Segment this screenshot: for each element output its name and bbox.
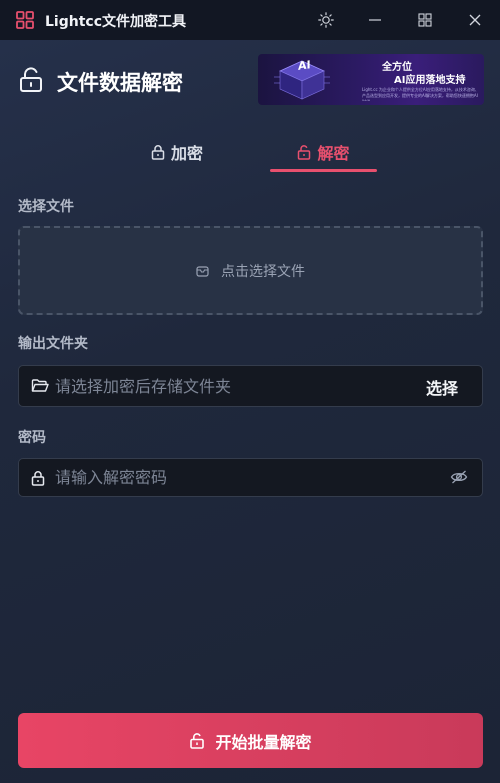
theme-toggle-button[interactable] (302, 0, 350, 40)
lock-icon (151, 145, 165, 160)
window-title: Lightcc文件加密工具 (45, 14, 186, 30)
maximize-button[interactable] (401, 0, 449, 40)
minimize-icon (369, 19, 381, 21)
banner-subheadline: AI应用落地支持 (394, 75, 466, 86)
banner-badge: AI (298, 58, 311, 73)
lock-icon (31, 471, 45, 486)
close-button[interactable] (451, 0, 499, 40)
maximize-icon (418, 13, 432, 27)
unlock-icon (190, 733, 205, 749)
mode-tabs: 加密 解密 (0, 132, 500, 174)
tab-decrypt-label: 解密 (317, 144, 350, 163)
title-bar: Lightcc文件加密工具 (0, 0, 500, 40)
folder-open-icon (31, 379, 49, 392)
output-folder-field: 选择 (18, 365, 483, 407)
dropzone-text: 点击选择文件 (221, 263, 305, 280)
box-icon (196, 266, 209, 277)
unlock-icon (298, 145, 311, 160)
password-section-label: 密码 (18, 430, 46, 446)
password-field (18, 458, 483, 497)
output-folder-input[interactable] (55, 366, 395, 406)
page-title: 文件数据解密 (57, 71, 183, 95)
start-decrypt-button[interactable]: 开始批量解密 (18, 713, 483, 768)
minimize-button[interactable] (351, 0, 399, 40)
start-decrypt-label: 开始批量解密 (215, 732, 312, 752)
tab-encrypt[interactable]: 加密 (120, 132, 234, 172)
file-section-label: 选择文件 (18, 199, 74, 215)
output-section-label: 输出文件夹 (18, 336, 88, 352)
close-icon (469, 14, 481, 26)
sun-icon (318, 12, 334, 28)
password-input[interactable] (55, 459, 395, 496)
grid-logo-icon (16, 11, 34, 29)
ad-banner[interactable]: AI 全方位 AI应用落地支持 Light.cc 为企业和个人提供全方位AI应用… (258, 54, 484, 105)
tab-decrypt[interactable]: 解密 (270, 132, 377, 172)
select-folder-button[interactable]: 选择 (426, 375, 458, 399)
tab-encrypt-label: 加密 (170, 144, 203, 163)
banner-description: Light.cc 为企业和个人提供全方位AI应用落地支持，从技术咨询、产品选型到… (362, 87, 479, 101)
eye-off-icon[interactable] (450, 469, 468, 485)
unlock-icon (20, 67, 42, 92)
file-dropzone[interactable]: 点击选择文件 (18, 226, 483, 315)
main-panel: 文件数据解密 AI 全方位 AI应用落地支持 Light.cc 为企业和个人提供… (0, 40, 500, 783)
active-tab-indicator (270, 169, 377, 172)
